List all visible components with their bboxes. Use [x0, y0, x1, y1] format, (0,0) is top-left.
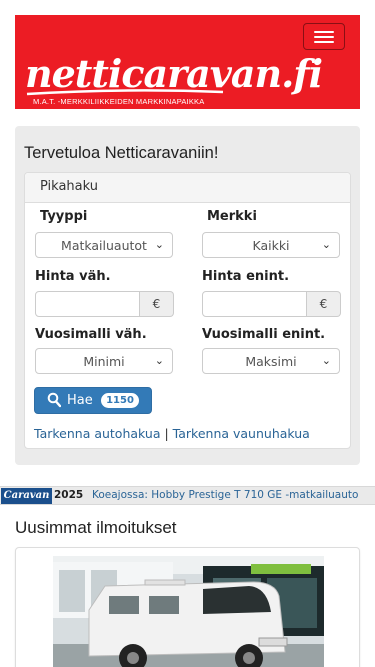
price-max-input[interactable]: [202, 291, 307, 317]
quick-search-heading: Pikahaku: [25, 173, 350, 203]
result-count-badge: 1150: [101, 393, 139, 408]
price-max-currency: €: [307, 291, 341, 317]
year-max-value: Maksimi: [245, 354, 297, 369]
year-min-select[interactable]: Minimi ⌄: [35, 348, 173, 374]
year-max-label: Vuosimalli enint.: [202, 327, 326, 342]
quick-search-panel: Pikahaku Tyyppi Merkki Matkailuautot ⌄ K…: [24, 172, 351, 449]
welcome-box: Tervetuloa Netticaravaniin! Pikahaku Tyy…: [15, 126, 360, 465]
chevron-down-icon: ⌄: [321, 238, 331, 251]
news-ticker: Caravan 2025 Koeajossa: Hobby Prestige T…: [0, 486, 375, 505]
price-max-label: Hinta enint.: [202, 269, 290, 284]
price-min-input[interactable]: [35, 291, 140, 317]
chevron-down-icon: ⌄: [321, 354, 331, 367]
hamburger-icon-bar: [314, 31, 334, 33]
year-min-label: Vuosimalli väh.: [35, 327, 147, 342]
year-min-value: Minimi: [83, 354, 125, 369]
site-logo[interactable]: netticaravan.fi M.A.T. -MERKKILIIKKEIDEN…: [25, 55, 323, 107]
latest-listings-title: Uusimmat ilmoitukset: [15, 518, 177, 537]
year-max-select[interactable]: Maksimi ⌄: [202, 348, 340, 374]
make-select-value: Kaikki: [252, 238, 290, 253]
hamburger-icon-bar: [314, 36, 334, 38]
welcome-title: Tervetuloa Netticaravaniin!: [24, 144, 219, 162]
ticker-year: 2025: [54, 489, 84, 501]
caravan-magazine-logo: Caravan: [1, 488, 52, 504]
menu-toggle-button[interactable]: [303, 23, 345, 50]
motorhome-photo: [53, 556, 324, 667]
hamburger-icon-bar: [314, 41, 334, 43]
refine-trailer-search-link[interactable]: Tarkenna vaunuhakua: [173, 426, 310, 441]
listing-card[interactable]: [15, 547, 360, 667]
make-label: Merkki: [207, 209, 257, 224]
type-select[interactable]: Matkailuautot ⌄: [35, 232, 173, 258]
make-select[interactable]: Kaikki ⌄: [202, 232, 340, 258]
search-button-label: Hae: [67, 393, 93, 408]
link-separator: |: [164, 426, 169, 441]
refine-links: Tarkenna autohakua | Tarkenna vaunuhakua: [34, 426, 310, 441]
listing-image[interactable]: [53, 556, 324, 667]
type-select-value: Matkailuautot: [61, 238, 147, 253]
type-label: Tyyppi: [40, 209, 88, 224]
site-header: netticaravan.fi M.A.T. -MERKKILIIKKEIDEN…: [15, 15, 360, 109]
refine-car-search-link[interactable]: Tarkenna autohakua: [34, 426, 160, 441]
search-icon: [47, 392, 61, 408]
chevron-down-icon: ⌄: [154, 354, 164, 367]
chevron-down-icon: ⌄: [154, 238, 164, 251]
ticker-headline-link[interactable]: Koeajossa: Hobby Prestige T 710 GE -matk…: [92, 489, 358, 501]
price-min-label: Hinta väh.: [35, 269, 111, 284]
logo-tagline: M.A.T. -MERKKILIIKKEIDEN MARKKINAPAIKKA: [33, 97, 205, 106]
price-min-currency: €: [140, 291, 174, 317]
search-button[interactable]: Hae 1150: [34, 387, 152, 414]
